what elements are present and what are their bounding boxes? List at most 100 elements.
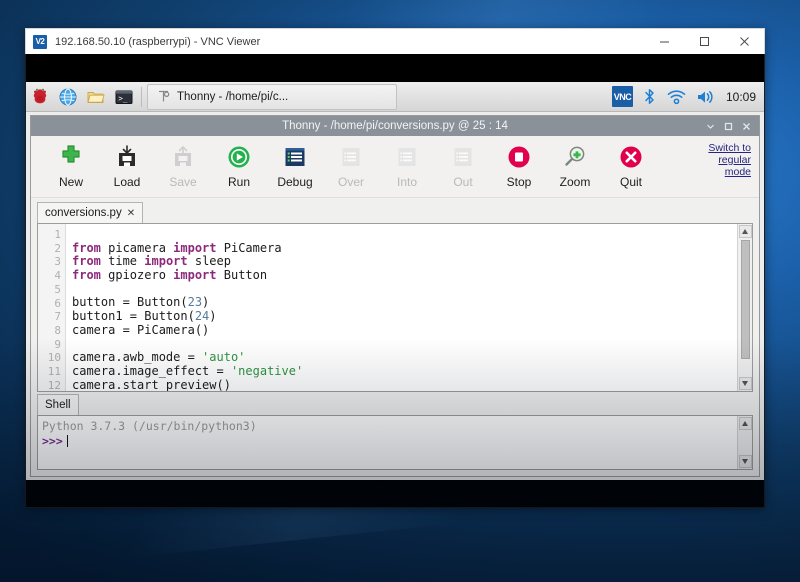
maximize-icon[interactable] bbox=[684, 29, 724, 54]
minimize-icon[interactable] bbox=[644, 29, 684, 54]
new-file-icon bbox=[57, 141, 85, 173]
vnc-titlebar[interactable]: V2 192.168.50.10 (raspberrypi) - VNC Vie… bbox=[25, 28, 765, 54]
chevron-down-icon[interactable] bbox=[701, 116, 719, 136]
line-number: 7 bbox=[54, 310, 61, 324]
load-button-label: Load bbox=[113, 175, 141, 189]
step-out-button-label: Out bbox=[453, 175, 473, 189]
new-button-label: New bbox=[58, 175, 83, 189]
scrollbar-thumb[interactable] bbox=[740, 240, 750, 359]
stop-icon bbox=[505, 141, 533, 173]
step-over-button[interactable]: Over bbox=[323, 141, 379, 189]
quit-button[interactable]: Quit bbox=[603, 141, 659, 189]
scroll-down-icon[interactable] bbox=[738, 377, 752, 390]
close-icon[interactable] bbox=[724, 29, 764, 54]
code-line: camera = PiCamera() bbox=[72, 322, 210, 337]
step-over-icon bbox=[337, 141, 365, 173]
tab-shell[interactable]: Shell bbox=[37, 394, 79, 415]
bluetooth-icon[interactable] bbox=[637, 82, 662, 111]
editor-area: conversions.py ✕ 12345678910111213141516… bbox=[31, 198, 759, 392]
load-button[interactable]: Load bbox=[99, 141, 155, 189]
switch-to-regular-mode-link[interactable]: Switch to regular mode bbox=[683, 142, 751, 178]
step-out-icon bbox=[449, 141, 477, 173]
editor-tabstrip: conversions.py ✕ bbox=[37, 202, 753, 223]
thonny-toolbar: New Load Save Run Debug Over Into Out St… bbox=[31, 136, 759, 198]
code-line: from gpiozero import Button bbox=[72, 268, 268, 283]
tab-close-icon[interactable]: ✕ bbox=[127, 208, 135, 219]
switch-mode-line2: regular bbox=[718, 154, 751, 166]
line-number: 3 bbox=[54, 255, 61, 269]
quit-icon bbox=[617, 141, 645, 173]
shell-text[interactable]: Python 3.7.3 (/usr/bin/python3) >>> bbox=[38, 416, 737, 469]
shell-pane[interactable]: Python 3.7.3 (/usr/bin/python3) >>> bbox=[37, 415, 753, 470]
taskbar-window-label: Thonny - /home/pi/c... bbox=[177, 90, 289, 103]
code-line: camera.awb_mode = 'auto' bbox=[72, 350, 246, 365]
thonny-window-controls bbox=[701, 116, 755, 136]
run-icon bbox=[225, 141, 253, 173]
new-button[interactable]: New bbox=[43, 141, 99, 189]
code-line: camera.start_preview() bbox=[72, 377, 231, 391]
thonny-window: Thonny - /home/pi/conversions.py @ 25 : … bbox=[30, 115, 760, 477]
terminal-icon[interactable]: >_ bbox=[110, 83, 138, 111]
vnc-viewer-window: V2 192.168.50.10 (raspberrypi) - VNC Vie… bbox=[25, 28, 765, 508]
step-into-button[interactable]: Into bbox=[379, 141, 435, 189]
vnc-tray-icon[interactable]: VNC bbox=[611, 86, 633, 107]
close-icon[interactable] bbox=[737, 116, 755, 136]
run-button[interactable]: Run bbox=[211, 141, 267, 189]
vnc-window-controls bbox=[644, 29, 764, 54]
pi-taskbar: >_ Thonny - /home/pi/c... VNC 10:09 bbox=[26, 82, 764, 112]
step-out-button[interactable]: Out bbox=[435, 141, 491, 189]
debug-icon bbox=[281, 141, 309, 173]
shell-scrollbar-track[interactable] bbox=[738, 431, 752, 454]
code-line: button1 = Button(24) bbox=[72, 309, 217, 324]
step-into-button-label: Into bbox=[396, 175, 417, 189]
web-browser-icon[interactable] bbox=[54, 83, 82, 111]
shell-scroll-down-icon[interactable] bbox=[738, 455, 752, 468]
zoom-button-label: Zoom bbox=[559, 175, 591, 189]
editor-vertical-scrollbar[interactable] bbox=[737, 224, 752, 391]
shell-scroll-up-icon[interactable] bbox=[738, 417, 752, 430]
shell-tab-label: Shell bbox=[45, 399, 71, 411]
zoom-button[interactable]: Zoom bbox=[547, 141, 603, 189]
run-button-label: Run bbox=[227, 175, 250, 189]
load-file-icon bbox=[113, 141, 141, 173]
thonny-titlebar[interactable]: Thonny - /home/pi/conversions.py @ 25 : … bbox=[31, 116, 759, 136]
switch-mode-line3: mode bbox=[724, 166, 751, 178]
taskbar-window-button-thonny[interactable]: Thonny - /home/pi/c... bbox=[147, 83, 397, 110]
shell-vertical-scrollbar[interactable] bbox=[737, 416, 752, 469]
wifi-icon[interactable] bbox=[662, 82, 691, 111]
debug-button-label: Debug bbox=[277, 175, 313, 189]
system-tray: VNC 10:09 bbox=[611, 82, 764, 111]
code-editor-pane[interactable]: 12345678910111213141516 from picamera im… bbox=[37, 223, 753, 392]
debug-button[interactable]: Debug bbox=[267, 141, 323, 189]
vnc-canvas[interactable]: >_ Thonny - /home/pi/c... VNC 10:09 Thon… bbox=[25, 54, 765, 508]
shell-tabstrip: Shell bbox=[37, 394, 753, 415]
code-line: camera.image_effect = 'negative' bbox=[72, 363, 304, 378]
line-number: 9 bbox=[54, 337, 61, 351]
line-number: 1 bbox=[54, 228, 61, 241]
step-over-button-label: Over bbox=[337, 175, 364, 189]
shell-area: Shell Python 3.7.3 (/usr/bin/python3) >>… bbox=[31, 392, 759, 476]
scroll-up-icon[interactable] bbox=[738, 225, 752, 238]
tab-label: conversions.py bbox=[45, 207, 122, 219]
line-number: 10 bbox=[47, 351, 61, 365]
stop-button[interactable]: Stop bbox=[491, 141, 547, 189]
taskbar-clock: 10:09 bbox=[725, 89, 756, 104]
line-number: 12 bbox=[47, 378, 61, 392]
tab-conversions-py[interactable]: conversions.py ✕ bbox=[37, 202, 144, 223]
switch-mode-line1: Switch to bbox=[708, 142, 751, 154]
quit-button-label: Quit bbox=[619, 175, 642, 189]
raspberry-menu-icon[interactable] bbox=[26, 83, 54, 111]
line-number: 5 bbox=[54, 282, 61, 296]
save-button[interactable]: Save bbox=[155, 141, 211, 189]
scrollbar-track[interactable] bbox=[738, 239, 752, 376]
code-line: button = Button(23) bbox=[72, 295, 210, 310]
line-number-gutter: 12345678910111213141516 bbox=[38, 224, 66, 391]
step-into-icon bbox=[393, 141, 421, 173]
volume-icon[interactable] bbox=[691, 82, 720, 111]
code-text[interactable]: from picamera import PiCamera from time i… bbox=[66, 224, 737, 391]
code-line: from picamera import PiCamera bbox=[72, 240, 282, 255]
file-manager-icon[interactable] bbox=[82, 83, 110, 111]
maximize-icon[interactable] bbox=[719, 116, 737, 136]
